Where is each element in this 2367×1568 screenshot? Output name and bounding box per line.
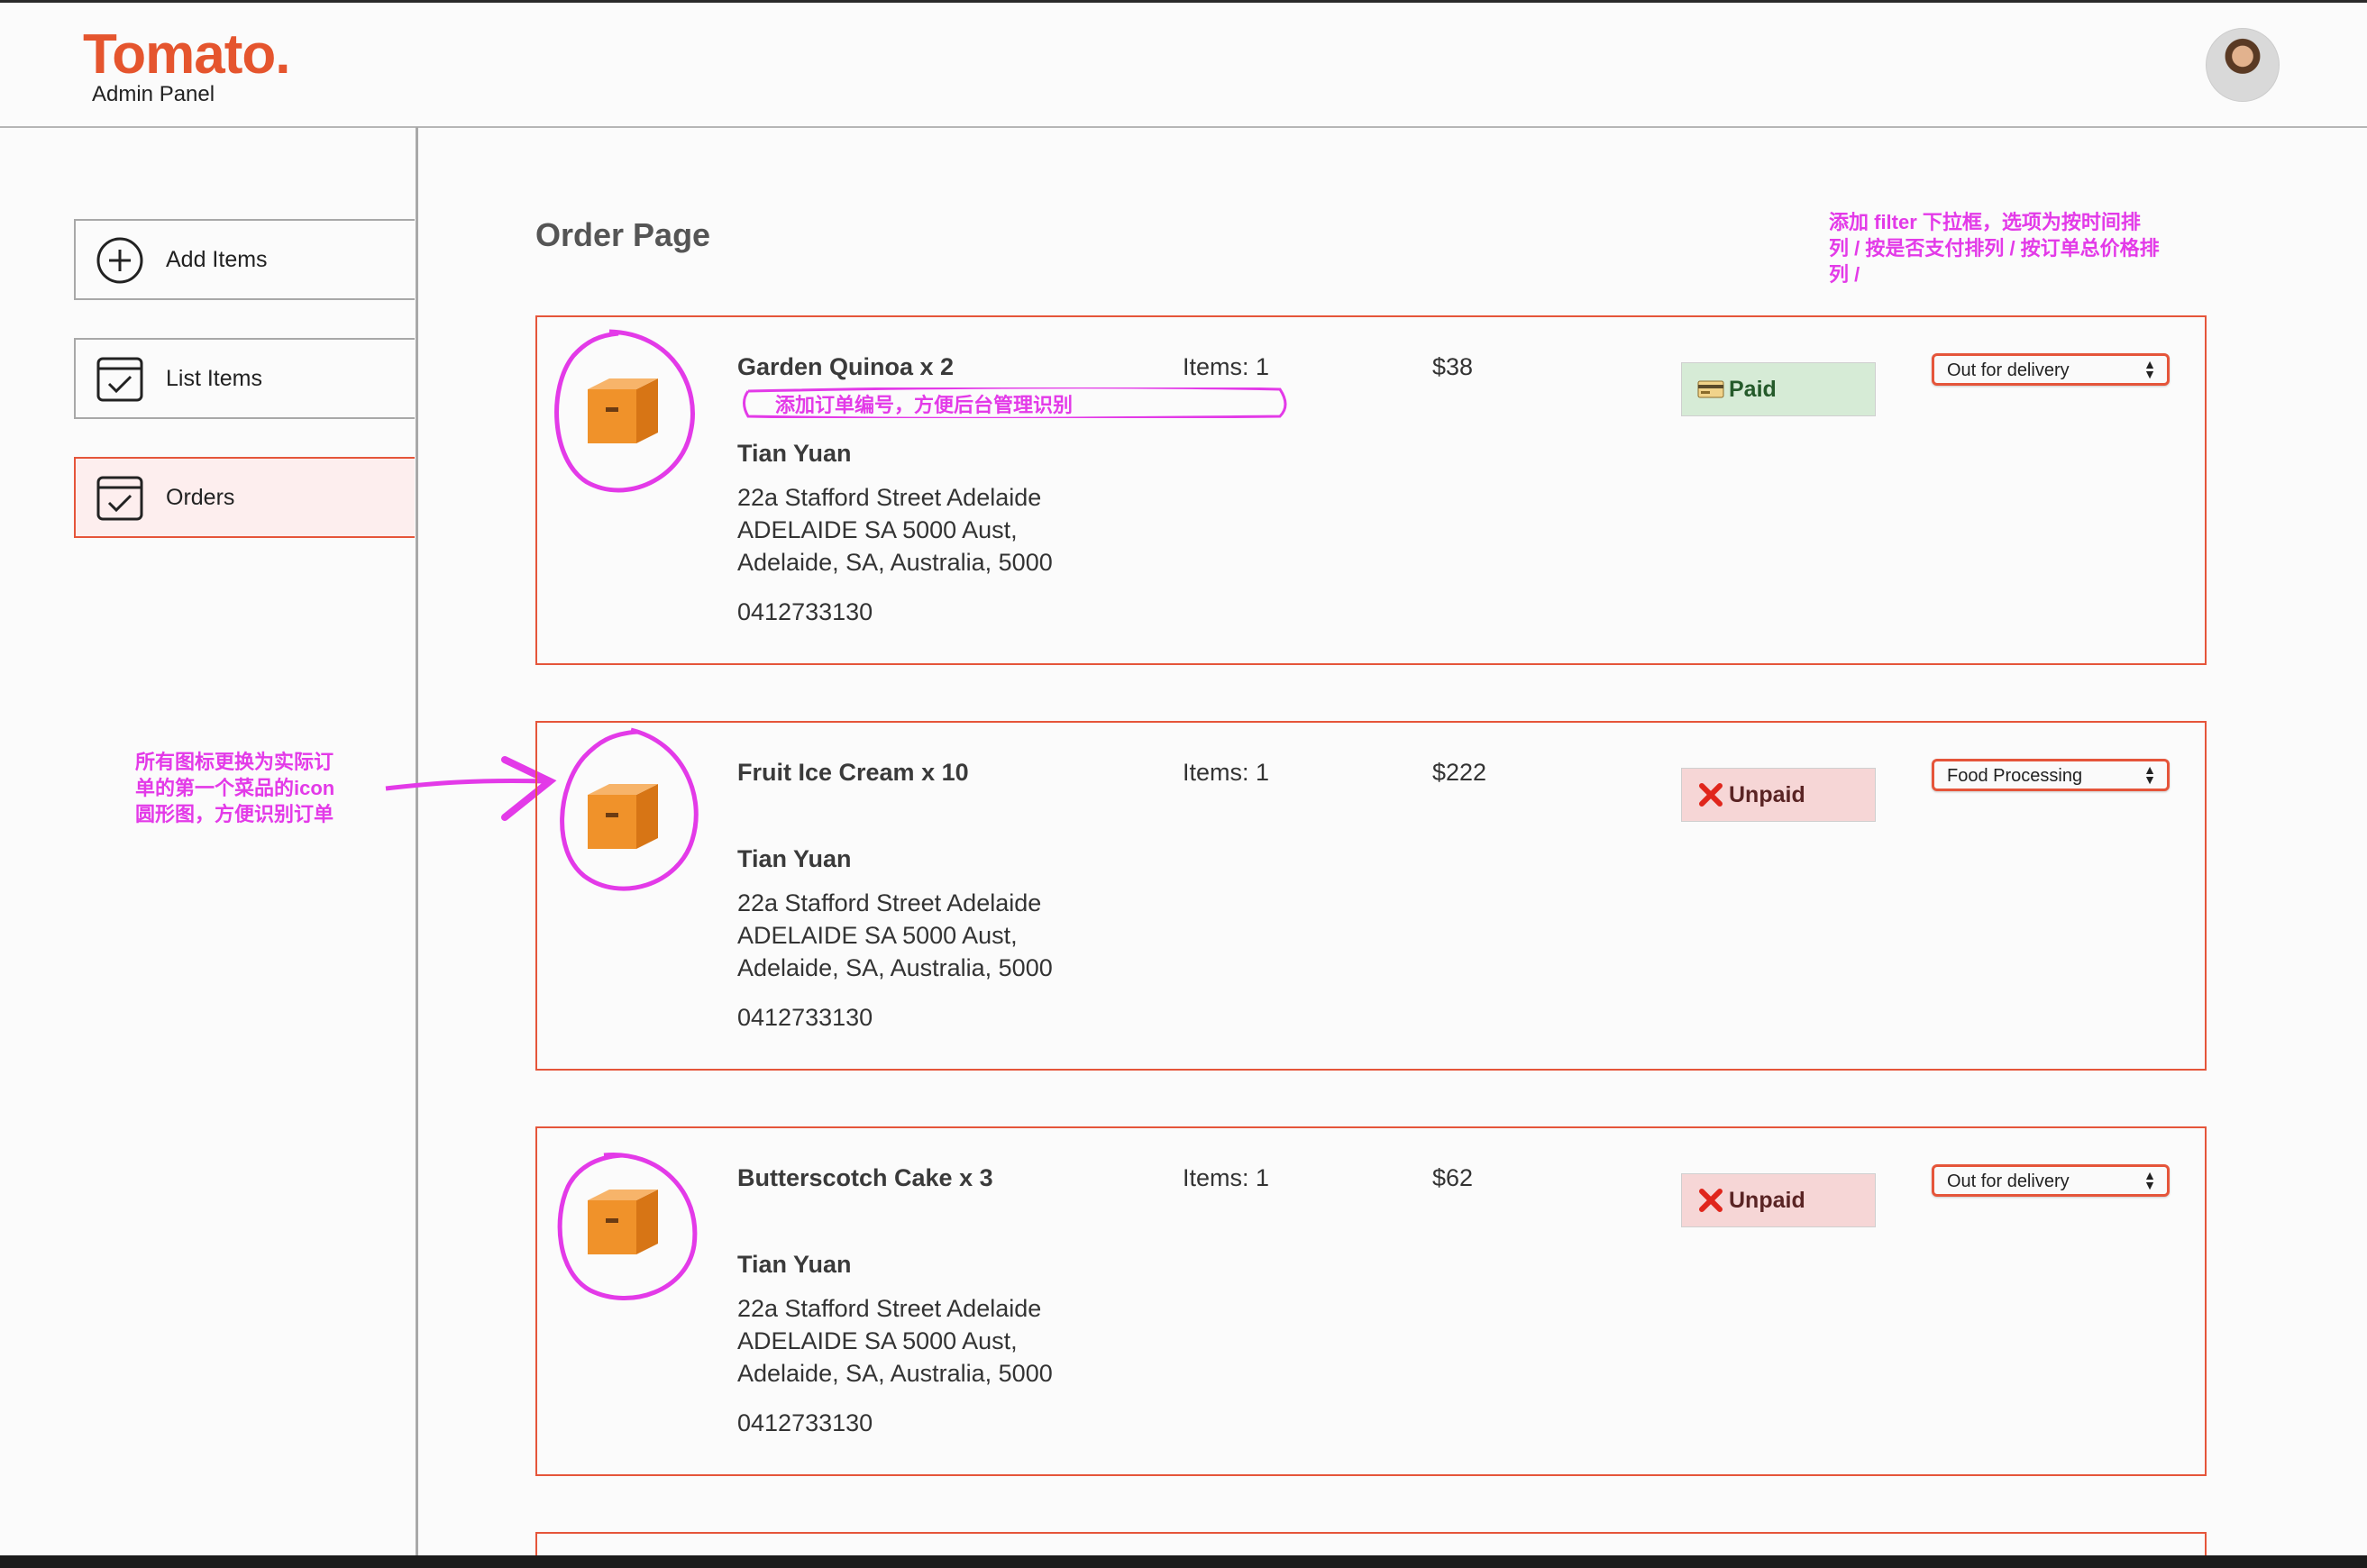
address-line: ADELAIDE SA 5000 Aust,: [737, 922, 1018, 949]
page-title: Order Page: [535, 216, 711, 253]
order-card: Fruit Ice Cream x 10 Tian Yuan 22a Staff…: [535, 721, 2207, 1071]
note-line: 圆形图，方便识别订单: [135, 803, 334, 825]
order-status-select[interactable]: Out for delivery ▲ ▼: [1932, 1164, 2170, 1197]
customer-address: 22a Stafford Street Adelaide ADELAIDE SA…: [737, 887, 1053, 984]
select-updown-icon: ▲ ▼: [2143, 1168, 2156, 1192]
note-line: 列 / 按是否支付排列 / 按订单总价格排: [1829, 237, 2160, 260]
parcel-box-icon: [588, 1190, 658, 1254]
order-status-value: Food Processing: [1947, 766, 2083, 786]
order-status-select[interactable]: Out for delivery ▲ ▼: [1932, 353, 2170, 386]
address-line: 22a Stafford Street Adelaide: [737, 1295, 1042, 1322]
order-item-count: Items: 1: [1183, 1164, 1270, 1191]
add-circle-icon: [96, 237, 143, 284]
customer-name: Tian Yuan: [737, 1251, 852, 1278]
profile-avatar[interactable]: [2206, 28, 2280, 102]
sidebar-item-add-items[interactable]: Add Items: [74, 219, 415, 300]
filter-annotation-note: 添加 filter 下拉框，选项为按时间排 列 / 按是否支付排列 / 按订单总…: [1829, 209, 2160, 287]
order-amount: $38: [1432, 353, 1474, 380]
order-food-items: Fruit Ice Cream x 10: [737, 759, 969, 786]
sidebar-item-label: Orders: [166, 485, 235, 510]
top-navbar: Tomato. Admin Panel: [0, 3, 2367, 128]
customer-address: 22a Stafford Street Adelaide ADELAIDE SA…: [737, 481, 1053, 579]
address-line: Adelaide, SA, Australia, 5000: [737, 549, 1053, 576]
sidebar-item-orders[interactable]: Orders: [74, 457, 415, 538]
cross-mark-icon: [1696, 1187, 1725, 1214]
order-id-annotation-text: 添加订单编号，方便后台管理识别: [775, 394, 1074, 416]
os-taskbar: [0, 1555, 2367, 1568]
address-line: Adelaide, SA, Australia, 5000: [737, 1360, 1053, 1387]
select-updown-icon: ▲ ▼: [2143, 357, 2156, 381]
credit-card-icon: [1696, 376, 1725, 403]
cross-mark-icon: [1696, 781, 1725, 808]
payment-status-badge: Unpaid: [1681, 768, 1876, 822]
brand-logo[interactable]: Tomato.: [83, 23, 290, 87]
address-line: Adelaide, SA, Australia, 5000: [737, 954, 1053, 981]
payment-status-label: Unpaid: [1729, 781, 1805, 807]
brand-subtitle: Admin Panel: [92, 82, 215, 106]
note-line: 单的第一个菜品的icon: [135, 777, 335, 799]
payment-status-badge: Unpaid: [1681, 1173, 1876, 1227]
note-line: 所有图标更换为实际订: [135, 751, 334, 773]
customer-name: Tian Yuan: [737, 440, 852, 467]
order-amount: $62: [1432, 1164, 1474, 1191]
sidebar-item-label: Add Items: [166, 247, 268, 272]
order-amount: $222: [1432, 759, 1487, 786]
sidebar-item-list-items[interactable]: List Items: [74, 338, 415, 419]
order-food-items: Garden Quinoa x 2: [737, 353, 955, 380]
order-status-select[interactable]: Food Processing ▲ ▼: [1932, 759, 2170, 791]
customer-phone: 0412733130: [737, 598, 873, 625]
order-status-value: Out for delivery: [1947, 360, 2070, 380]
customer-address: 22a Stafford Street Adelaide ADELAIDE SA…: [737, 1292, 1053, 1390]
select-updown-icon: ▲ ▼: [2143, 762, 2156, 787]
order-card: Garden Quinoa x 2 添加订单编号，方便后台管理识别 Tian Y…: [535, 315, 2207, 665]
payment-status-label: Paid: [1729, 376, 1777, 402]
parcel-box-icon: [588, 378, 658, 443]
order-item-count: Items: 1: [1183, 353, 1270, 380]
customer-name: Tian Yuan: [737, 845, 852, 872]
address-line: ADELAIDE SA 5000 Aust,: [737, 516, 1018, 543]
annotation-arrow: [385, 756, 557, 821]
address-line: ADELAIDE SA 5000 Aust,: [737, 1327, 1018, 1354]
note-line: 列 /: [1829, 263, 1860, 286]
payment-status-label: Unpaid: [1729, 1187, 1805, 1213]
order-food-items: Butterscotch Cake x 3: [737, 1164, 993, 1191]
icon-annotation-note: 所有图标更换为实际订 单的第一个菜品的icon 圆形图，方便识别订单: [135, 749, 334, 827]
payment-status-badge: Paid: [1681, 362, 1876, 416]
address-line: 22a Stafford Street Adelaide: [737, 484, 1042, 511]
order-item-count: Items: 1: [1183, 759, 1270, 786]
customer-phone: 0412733130: [737, 1409, 873, 1436]
checklist-icon: [96, 476, 143, 521]
order-card: Butterscotch Cake x 3 Tian Yuan 22a Staf…: [535, 1126, 2207, 1476]
note-line: 添加 filter 下拉框，选项为按时间排: [1829, 211, 2141, 233]
checklist-icon: [96, 357, 143, 402]
address-line: 22a Stafford Street Adelaide: [737, 889, 1042, 916]
order-status-value: Out for delivery: [1947, 1171, 2070, 1191]
sidebar-item-label: List Items: [166, 366, 262, 391]
sidebar: Add Items List Items Orders: [0, 127, 418, 1559]
parcel-box-icon: [588, 784, 658, 849]
customer-phone: 0412733130: [737, 1004, 873, 1031]
